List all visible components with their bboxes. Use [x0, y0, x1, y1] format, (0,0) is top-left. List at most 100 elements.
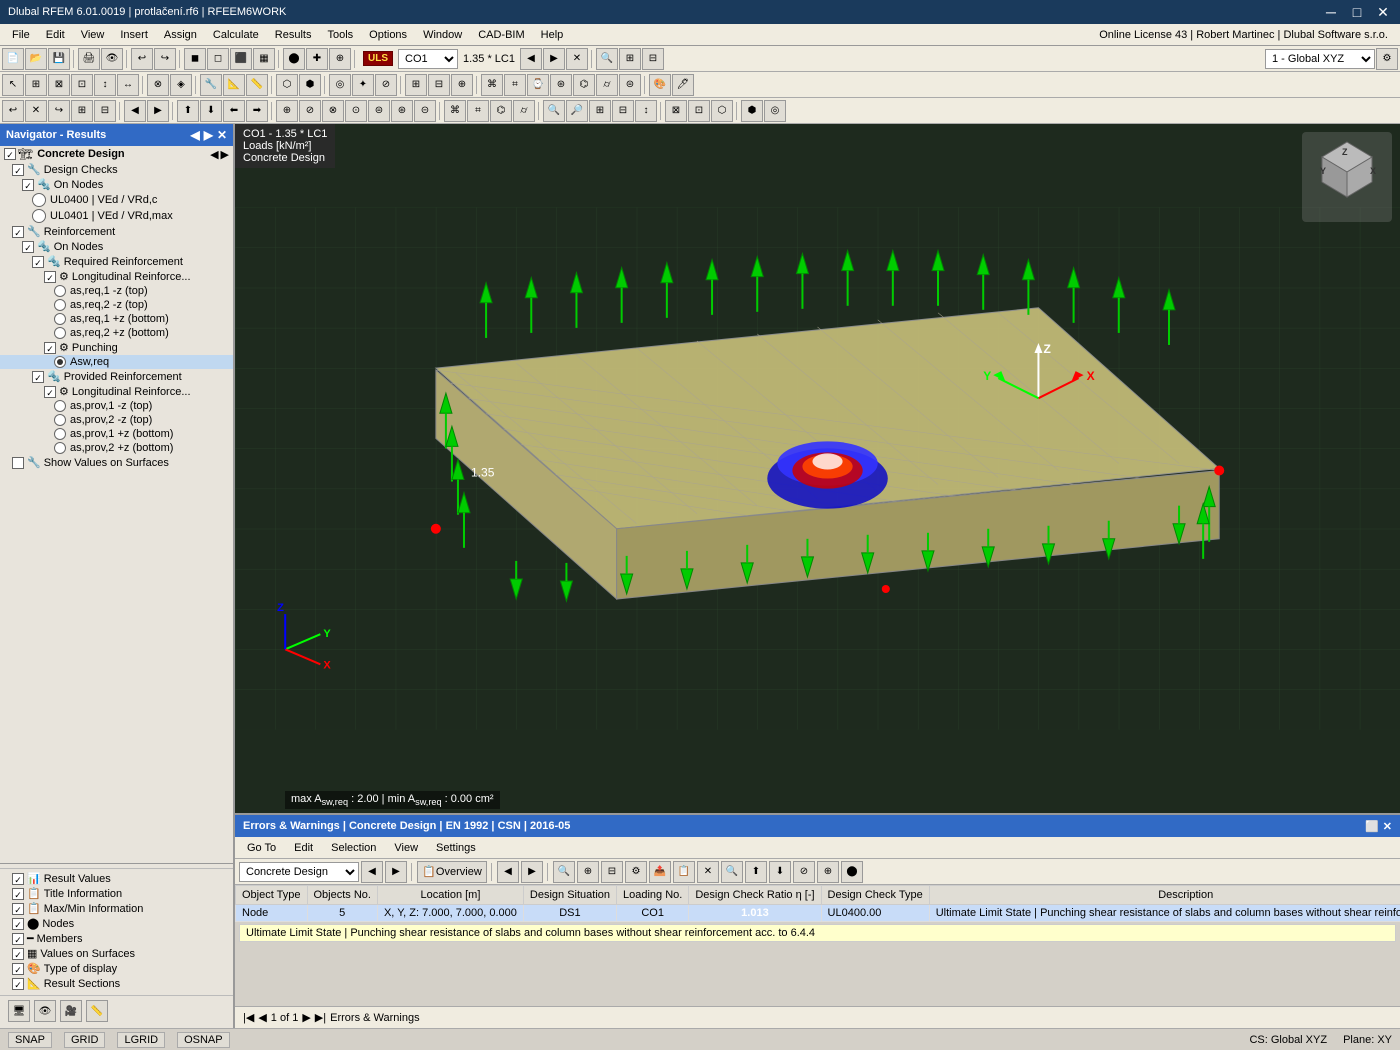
tb2-17[interactable]: ⊞ — [405, 74, 427, 96]
err-tb2[interactable]: ▶ — [521, 861, 543, 883]
tb1-btn1[interactable]: ◼ — [184, 48, 206, 70]
tb3-3[interactable]: ↪ — [48, 100, 70, 122]
tb3-8[interactable]: ⬆ — [177, 100, 199, 122]
close-button[interactable]: ✕ — [1374, 4, 1392, 21]
new-btn[interactable]: 📄 — [2, 48, 24, 70]
redo-btn[interactable]: ↪ — [154, 48, 176, 70]
nav-long-reinf-2[interactable]: ✓ ⚙ Longitudinal Reinforce... — [0, 384, 233, 399]
lgrid-toggle[interactable]: LGRID — [117, 1032, 165, 1048]
load-prev[interactable]: ◀ — [520, 48, 542, 70]
tb3-15[interactable]: ⊙ — [345, 100, 367, 122]
menu-results[interactable]: Results — [267, 27, 320, 43]
tb3-31[interactable]: ⬢ — [741, 100, 763, 122]
err-delete[interactable]: ✕ — [697, 861, 719, 883]
err-tb1[interactable]: ◀ — [497, 861, 519, 883]
tb3-13[interactable]: ⊘ — [299, 100, 321, 122]
err-tb-prev[interactable]: ◀ — [361, 861, 383, 883]
load-next[interactable]: ▶ — [543, 48, 565, 70]
tb3-2[interactable]: ✕ — [25, 100, 47, 122]
tb3-32[interactable]: ◎ — [764, 100, 786, 122]
tb1-btn6[interactable]: ✚ — [306, 48, 328, 70]
tb3-26[interactable]: ⊟ — [612, 100, 634, 122]
grid-toggle[interactable]: GRID — [64, 1032, 106, 1048]
tb3-24[interactable]: 🔎 — [566, 100, 588, 122]
nav-icon-2[interactable]: 👁 — [34, 1000, 56, 1022]
nav-next[interactable]: ▶ — [204, 128, 213, 142]
footer-last[interactable]: ▶| — [315, 1011, 326, 1024]
err-filter2[interactable]: ⊕ — [577, 861, 599, 883]
tb1-btn7[interactable]: ⊕ — [329, 48, 351, 70]
nav-values-surfaces[interactable]: ✓ ▦ Values on Surfaces — [0, 946, 233, 961]
nav-as-req2-top[interactable]: as,req,2 -z (top) — [0, 298, 233, 312]
osnap-toggle[interactable]: OSNAP — [177, 1032, 230, 1048]
err-search-prev[interactable]: ⬆ — [745, 861, 767, 883]
nav-members[interactable]: ✓ ━ Members — [0, 931, 233, 946]
tb3-17[interactable]: ⊛ — [391, 100, 413, 122]
tb2-24[interactable]: ⌬ — [573, 74, 595, 96]
menu-options[interactable]: Options — [361, 27, 415, 43]
errors-close[interactable]: ✕ — [1383, 820, 1392, 833]
err-filter1[interactable]: 🔍 — [553, 861, 575, 883]
tb1-btn5[interactable]: ⬤ — [283, 48, 305, 70]
menu-tools[interactable]: Tools — [319, 27, 361, 43]
tb2-3[interactable]: ⊠ — [48, 74, 70, 96]
tb2-27[interactable]: 🎨 — [649, 74, 671, 96]
tb2-22[interactable]: ⌚ — [527, 74, 549, 96]
tb2-1[interactable]: ↖ — [2, 74, 24, 96]
nav-as-req1-bot[interactable]: as,req,1 +z (bottom) — [0, 312, 233, 326]
tb2-19[interactable]: ⊕ — [451, 74, 473, 96]
tb3-11[interactable]: ➡ — [246, 100, 268, 122]
tb2-2[interactable]: ⊞ — [25, 74, 47, 96]
errors-restore[interactable]: ⬜ — [1365, 820, 1379, 833]
nav-asw-req[interactable]: Asw,req — [0, 355, 233, 369]
tb2-14[interactable]: ◎ — [329, 74, 351, 96]
nav-as-prov2-bot[interactable]: as,prov,2 +z (bottom) — [0, 441, 233, 455]
tb3-27[interactable]: ↕ — [635, 100, 657, 122]
nav-result-values[interactable]: ✓ 📊 Result Values — [0, 871, 233, 886]
menu-file[interactable]: File — [4, 27, 38, 43]
nav-as-req1-top[interactable]: as,req,1 -z (top) — [0, 284, 233, 298]
tb3-18[interactable]: ⊝ — [414, 100, 436, 122]
tb3-6[interactable]: ◀ — [124, 100, 146, 122]
minimize-button[interactable]: ─ — [1322, 4, 1340, 21]
tb3-21[interactable]: ⌬ — [490, 100, 512, 122]
err-overview[interactable]: 📋 Overview — [417, 861, 487, 883]
viewport-area[interactable]: CO1 - 1.35 * LC1 Loads [kN/m²] Concrete … — [235, 124, 1400, 813]
menu-calculate[interactable]: Calculate — [205, 27, 267, 43]
table-row[interactable]: Node 5 X, Y, Z: 7.000, 7.000, 0.000 DS1 … — [236, 905, 1400, 922]
err-tb-next[interactable]: ▶ — [385, 861, 407, 883]
nav-as-prov2-top[interactable]: as,prov,2 -z (top) — [0, 413, 233, 427]
nav-ul0400[interactable]: UL0400 | VEd / VRd,c — [0, 192, 233, 208]
tb1-btn2[interactable]: ◻ — [207, 48, 229, 70]
tb2-11[interactable]: 📏 — [246, 74, 268, 96]
nav-ul0401[interactable]: UL0401 | VEd / VRd,max — [0, 208, 233, 224]
nav-nodes[interactable]: ✓ ⬤ Nodes — [0, 916, 233, 931]
nav-title-info[interactable]: ✓ 📋 Title Information — [0, 886, 233, 901]
tb3-5[interactable]: ⊟ — [94, 100, 116, 122]
nav-result-sections[interactable]: ✓ 📐 Result Sections — [0, 976, 233, 991]
save-btn[interactable]: 💾 — [48, 48, 70, 70]
menu-window[interactable]: Window — [415, 27, 470, 43]
nav-punching[interactable]: ✓ ⚙ Punching — [0, 340, 233, 355]
tb1-btn4[interactable]: ▦ — [253, 48, 275, 70]
cd-prev[interactable]: ◀ — [210, 148, 218, 161]
errors-design-dropdown[interactable]: Concrete Design — [239, 862, 359, 882]
err-search-next[interactable]: ⬇ — [769, 861, 791, 883]
nav-long-reinf-1[interactable]: ✓ ⚙ Longitudinal Reinforce... — [0, 269, 233, 284]
nav-as-prov1-bot[interactable]: as,prov,1 +z (bottom) — [0, 427, 233, 441]
tb3-28[interactable]: ⊠ — [665, 100, 687, 122]
tb2-23[interactable]: ⊛ — [550, 74, 572, 96]
load-x[interactable]: ✕ — [566, 48, 588, 70]
cd-next[interactable]: ▶ — [221, 148, 229, 161]
footer-first[interactable]: |◀ — [243, 1011, 254, 1024]
nav-type-display[interactable]: ✓ 🎨 Type of display — [0, 961, 233, 976]
errors-menu-selection[interactable]: Selection — [323, 840, 384, 856]
tb2-7[interactable]: ⊗ — [147, 74, 169, 96]
tb2-18[interactable]: ⊟ — [428, 74, 450, 96]
nav-as-prov1-top[interactable]: as,prov,1 -z (top) — [0, 399, 233, 413]
tb2-28[interactable]: 🖊 — [672, 74, 694, 96]
tb3-10[interactable]: ⬅ — [223, 100, 245, 122]
tb2-12[interactable]: ⬡ — [276, 74, 298, 96]
tb2-4[interactable]: ⊡ — [71, 74, 93, 96]
tb2-6[interactable]: ↔ — [117, 74, 139, 96]
